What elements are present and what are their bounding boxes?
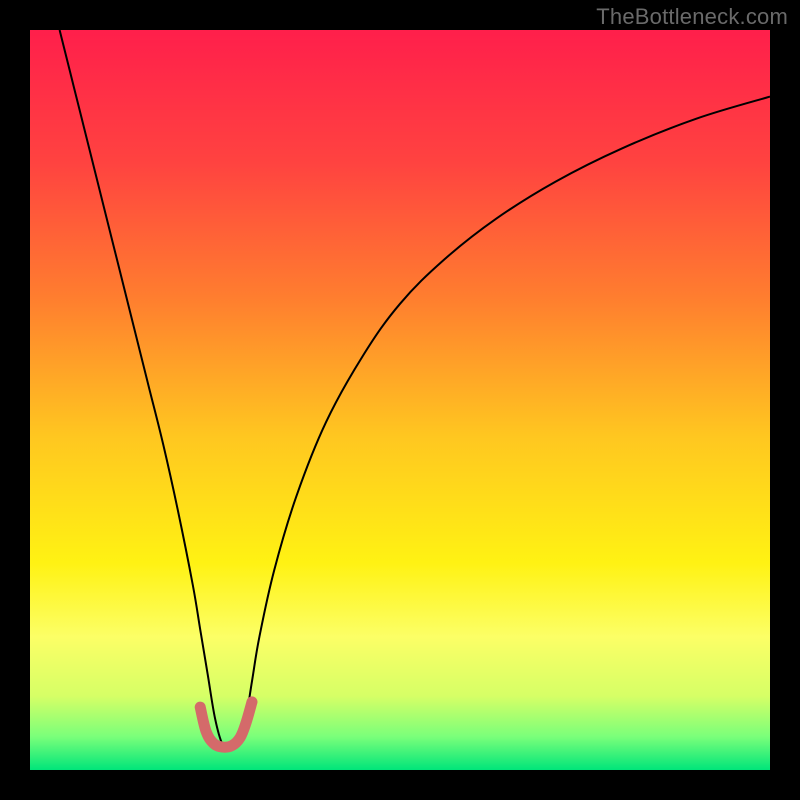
plot-area bbox=[30, 30, 770, 770]
gradient-background bbox=[30, 30, 770, 770]
chart-svg bbox=[30, 30, 770, 770]
chart-frame: TheBottleneck.com bbox=[0, 0, 800, 800]
watermark-text: TheBottleneck.com bbox=[596, 4, 788, 30]
